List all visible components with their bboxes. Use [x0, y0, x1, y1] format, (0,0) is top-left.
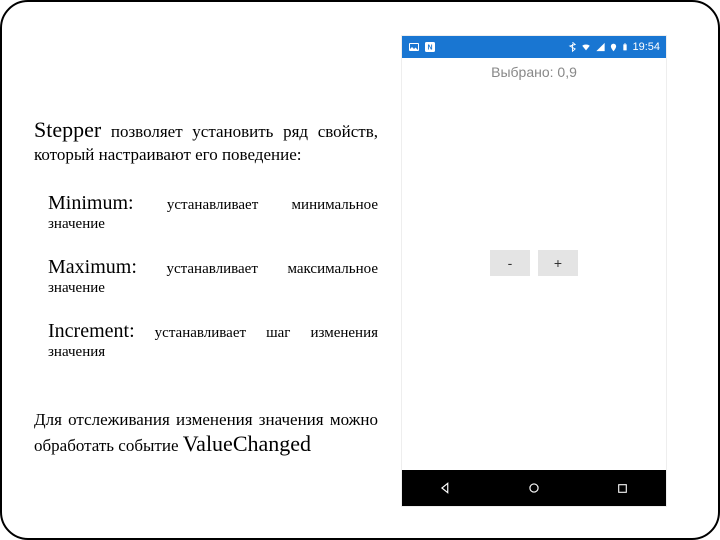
back-icon[interactable] — [439, 481, 453, 495]
property-item: Maximum: устанавливает максимальное знач… — [48, 255, 378, 297]
image-icon — [408, 41, 420, 53]
bluetooth-icon — [568, 42, 577, 53]
statusbar-left: N — [408, 41, 436, 53]
wifi-icon — [580, 42, 592, 52]
app-body: Выбрано: 0,9 - + — [402, 58, 666, 470]
battery-icon — [621, 41, 629, 53]
n-badge-icon: N — [424, 41, 436, 53]
property-name: Increment: — [48, 320, 135, 342]
android-status-bar: N 19:54 — [402, 36, 666, 58]
property-item: Minimum: устанавливает минимальное значе… — [48, 191, 378, 233]
property-name: Minimum: — [48, 192, 134, 214]
property-list: Minimum: устанавливает минимальное значе… — [34, 191, 378, 383]
signal-icon — [595, 42, 606, 52]
stepper-minus-button[interactable]: - — [490, 250, 530, 276]
home-icon[interactable] — [527, 481, 541, 495]
left-text-column: Stepper позволяет установить ряд свойств… — [34, 26, 386, 514]
outro-b: ValueChanged — [183, 431, 311, 456]
location-icon — [609, 42, 618, 53]
clock-time: 19:54 — [632, 41, 660, 53]
property-item: Increment: устанавливает шаг изменения з… — [48, 319, 378, 361]
phone-mockup: N 19:54 — [402, 36, 666, 506]
android-nav-bar — [402, 470, 666, 506]
recents-icon[interactable] — [615, 481, 629, 495]
statusbar-right: 19:54 — [568, 41, 660, 53]
selected-value-label: Выбрано: 0,9 — [491, 64, 577, 80]
intro-paragraph: Stepper позволяет установить ряд свойств… — [34, 116, 378, 165]
intro-lead: Stepper — [34, 117, 101, 142]
slide-card: Stepper позволяет установить ряд свойств… — [0, 0, 720, 540]
stepper-plus-button[interactable]: + — [538, 250, 578, 276]
stepper-control: - + — [490, 250, 578, 276]
property-name: Maximum: — [48, 256, 137, 278]
outro-paragraph: Для отслеживания изменения значения можн… — [34, 409, 378, 458]
svg-text:N: N — [427, 45, 432, 52]
